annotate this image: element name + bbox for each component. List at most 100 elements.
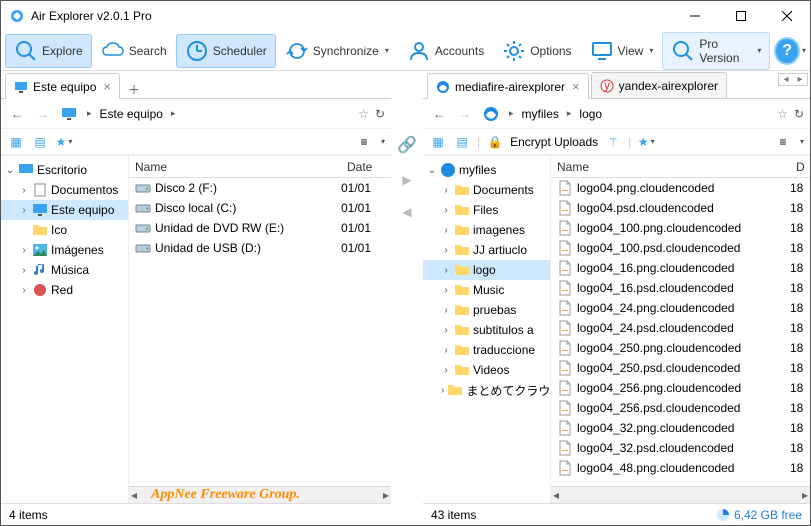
close-button[interactable] [764, 1, 810, 31]
close-icon[interactable]: × [103, 79, 111, 94]
search-button[interactable]: Search [92, 34, 176, 68]
share-icon[interactable]: ⚚ [604, 133, 622, 151]
forward-button[interactable]: → [33, 104, 53, 124]
synchronize-button[interactable]: Synchronize ▾ [276, 34, 398, 68]
tree-node-label[interactable]: Escritorio [37, 163, 87, 177]
tab-right-mediafire[interactable]: mediafire-airexplorer × [427, 73, 589, 99]
accounts-button[interactable]: Accounts [398, 34, 493, 68]
tab-scroll[interactable]: ◂▸ [778, 73, 808, 86]
tree-node-label[interactable]: myfiles [459, 163, 496, 177]
list-item[interactable]: logo04_250.psd.cloudencoded18 [551, 358, 810, 378]
star-icon[interactable]: ☆ [358, 107, 369, 121]
scheduler-button[interactable]: Scheduler [176, 34, 276, 68]
transfer-right-icon[interactable]: ▶ [402, 173, 411, 187]
encrypt-uploads-label[interactable]: Encrypt Uploads [510, 135, 598, 149]
close-icon[interactable]: × [572, 79, 580, 94]
yandex-icon: y [600, 79, 614, 93]
chevron-down-icon[interactable]: ▾ [381, 137, 385, 146]
column-name[interactable]: Name [551, 160, 790, 174]
refresh-button[interactable]: ↻ [375, 107, 385, 121]
chevron-right-icon[interactable]: ▸ [169, 108, 178, 119]
list-item[interactable]: logo04_256.png.cloudencoded18 [551, 378, 810, 398]
left-tree[interactable]: ⌄Escritorio ›Documentos ›Este equipo Ico… [1, 156, 129, 503]
pro-version-button[interactable]: Pro Version ▾ [662, 32, 770, 70]
transfer-left-icon[interactable]: ◀ [402, 205, 411, 219]
favorite-icon[interactable]: ★▾ [637, 133, 655, 151]
column-date[interactable]: Date [341, 160, 391, 174]
list-item[interactable]: logo04_24.png.cloudencoded18 [551, 298, 810, 318]
tree-node-label[interactable]: Este equipo [51, 203, 114, 217]
list-item[interactable]: logo04_24.psd.cloudencoded18 [551, 318, 810, 338]
tree-node-label[interactable]: traduccione [473, 343, 535, 357]
tree-node-label[interactable]: Files [473, 203, 498, 217]
list-item[interactable]: logo04_100.psd.cloudencoded18 [551, 238, 810, 258]
column-name[interactable]: Name [129, 160, 341, 174]
list-item[interactable]: logo04_16.png.cloudencoded18 [551, 258, 810, 278]
tree-node-label[interactable]: pruebas [473, 303, 516, 317]
list-item[interactable]: logo04_250.png.cloudencoded18 [551, 338, 810, 358]
tree-node-label[interactable]: subtitulos a [473, 323, 534, 337]
tree-node-label[interactable]: Documents [473, 183, 534, 197]
list-item[interactable]: logo04_16.psd.cloudencoded18 [551, 278, 810, 298]
tree-node-label[interactable]: Documentos [51, 183, 118, 197]
right-tree[interactable]: ⌄myfiles ›Documents ›Files ›imagenes ›JJ… [423, 156, 551, 503]
minimize-button[interactable] [672, 1, 718, 31]
breadcrumb-item[interactable]: Este equipo [100, 107, 163, 121]
refresh-button[interactable]: ↻ [794, 107, 804, 121]
back-button[interactable]: ← [7, 104, 27, 124]
list-item[interactable]: logo04_32.psd.cloudencoded18 [551, 438, 810, 458]
folder-icon [32, 222, 48, 238]
tree-node-label[interactable]: Ico [51, 223, 67, 237]
tree-node-label[interactable]: まとめてクラウ [466, 382, 550, 399]
group-icon[interactable]: ▤ [31, 133, 49, 151]
chevron-down-icon[interactable]: ▾ [800, 137, 804, 146]
view-button[interactable]: View ▾ [581, 34, 663, 68]
list-item[interactable]: Disco local (C:)01/01 [129, 198, 391, 218]
right-list-header[interactable]: Name D [551, 156, 810, 178]
link-icon[interactable]: 🔗 [397, 135, 417, 155]
tab-left-este-equipo[interactable]: Este equipo × [5, 73, 120, 99]
add-tab-button[interactable]: ＋ [122, 81, 146, 98]
group-icon[interactable]: ▤ [453, 133, 471, 151]
help-button[interactable]: ? [774, 37, 800, 65]
list-item[interactable]: Unidad de USB (D:)01/01 [129, 238, 391, 258]
breadcrumb-item[interactable]: myfiles [522, 107, 559, 121]
list-item[interactable]: Unidad de DVD RW (E:)01/01 [129, 218, 391, 238]
tree-node-label[interactable]: imagenes [473, 223, 525, 237]
breadcrumb-item[interactable]: logo [579, 107, 602, 121]
list-item[interactable]: logo04.png.cloudencoded18 [551, 178, 810, 198]
list-item[interactable]: logo04.psd.cloudencoded18 [551, 198, 810, 218]
list-item[interactable]: Disco 2 (F:)01/01 [129, 178, 391, 198]
favorite-icon[interactable]: ★▾ [55, 133, 73, 151]
list-item[interactable]: logo04_32.png.cloudencoded18 [551, 418, 810, 438]
tree-node-label[interactable]: Red [51, 283, 73, 297]
chevron-right-icon[interactable]: ▸ [85, 108, 94, 119]
maximize-button[interactable] [718, 1, 764, 31]
chevron-right-icon[interactable]: ▸ [507, 108, 516, 119]
list-item[interactable]: logo04_256.psd.cloudencoded18 [551, 398, 810, 418]
tab-right-yandex[interactable]: y yandex-airexplorer [591, 72, 727, 98]
view-mode-icon[interactable]: ▦ [429, 133, 447, 151]
tree-node-label[interactable]: JJ artiuclo [473, 243, 527, 257]
tree-node-label[interactable]: Music [473, 283, 504, 297]
list-mode-icon[interactable]: ≡ [774, 133, 792, 151]
column-d[interactable]: D [790, 160, 810, 174]
star-icon[interactable]: ☆ [777, 107, 788, 121]
chevron-right-icon[interactable]: ▸ [565, 108, 574, 119]
tree-node-label[interactable]: Música [51, 263, 89, 277]
breadcrumb[interactable]: Este equipo [100, 107, 163, 121]
view-mode-icon[interactable]: ▦ [7, 133, 25, 151]
tree-node-label[interactable]: Imágenes [51, 243, 104, 257]
list-item[interactable]: logo04_48.png.cloudencoded18 [551, 458, 810, 478]
forward-button[interactable]: → [455, 104, 475, 124]
horizontal-scrollbar[interactable]: ◂▸ [129, 486, 391, 503]
left-list-header[interactable]: Name Date [129, 156, 391, 178]
list-item[interactable]: logo04_100.png.cloudencoded18 [551, 218, 810, 238]
explore-button[interactable]: Explore [5, 34, 92, 68]
tree-node-label[interactable]: logo [473, 263, 496, 277]
tree-node-label[interactable]: Videos [473, 363, 509, 377]
list-mode-icon[interactable]: ≡ [355, 133, 373, 151]
horizontal-scrollbar[interactable]: ◂▸ [551, 486, 810, 503]
back-button[interactable]: ← [429, 104, 449, 124]
options-button[interactable]: Options [493, 34, 580, 68]
